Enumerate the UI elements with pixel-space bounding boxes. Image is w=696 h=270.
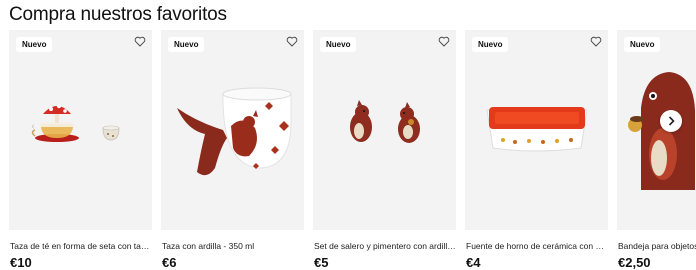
heart-outline-icon[interactable] xyxy=(133,34,147,48)
new-badge: Nuevo xyxy=(624,37,661,52)
product-card[interactable]: Nuevo Taza con ardilla - 350 ml €6 xyxy=(161,30,304,270)
chevron-right-icon[interactable] xyxy=(660,110,682,132)
product-card[interactable]: Nuevo Bandeja para objetos €2,50 xyxy=(617,30,696,270)
product-image[interactable]: Nuevo ‹ xyxy=(9,30,152,230)
heart-outline-icon[interactable] xyxy=(285,34,299,48)
product-image[interactable]: Nuevo xyxy=(161,30,304,230)
product-image[interactable]: Nuevo xyxy=(465,30,608,230)
product-card[interactable]: Nuevo Fuente de horno de cerámica con di… xyxy=(465,30,608,270)
heart-outline-icon[interactable] xyxy=(437,34,451,48)
product-image[interactable]: Nuevo xyxy=(617,30,696,230)
product-carousel: Nuevo ‹ Taza de té en forma de seta con … xyxy=(0,30,696,270)
product-name[interactable]: Taza de té en forma de seta con tapa y..… xyxy=(10,241,152,251)
squirrel-mug-image xyxy=(177,87,292,176)
product-name[interactable]: Set de salero y pimentero con ardilla - … xyxy=(314,241,456,251)
product-price: €2,50 xyxy=(618,255,651,270)
new-badge: Nuevo xyxy=(320,37,357,52)
chevron-left-icon[interactable]: ‹ xyxy=(27,118,39,134)
product-name[interactable]: Fuente de horno de cerámica con diseñ... xyxy=(466,241,608,251)
product-name[interactable]: Taza con ardilla - 350 ml xyxy=(162,241,304,251)
product-price: €10 xyxy=(10,255,32,270)
squirrel-trinket-tray-image xyxy=(628,72,695,190)
ceramic-baking-dish-image xyxy=(486,107,588,152)
product-card[interactable]: Nuevo ‹ Taza de té en forma de seta con … xyxy=(9,30,152,270)
product-name[interactable]: Bandeja para objetos xyxy=(618,241,696,251)
section-title: Compra nuestros favoritos xyxy=(9,4,227,25)
heart-outline-icon[interactable] xyxy=(589,34,603,48)
product-price: €4 xyxy=(466,255,481,270)
product-image[interactable]: Nuevo xyxy=(313,30,456,230)
new-badge: Nuevo xyxy=(168,37,205,52)
product-card[interactable]: Nuevo Set de salero y pimentero con ardi… xyxy=(313,30,456,270)
new-badge: Nuevo xyxy=(16,37,53,52)
product-price: €5 xyxy=(314,255,329,270)
squirrel-salt-pepper-image xyxy=(350,100,420,143)
new-badge: Nuevo xyxy=(472,37,509,52)
product-price: €6 xyxy=(162,255,177,270)
